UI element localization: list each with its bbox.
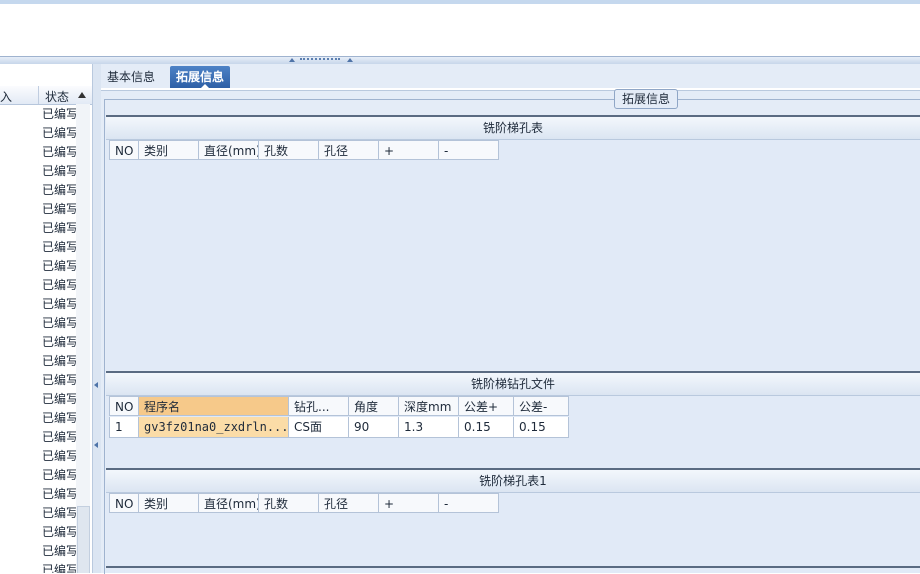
list-item[interactable]: 已编写 bbox=[42, 390, 80, 409]
tab-underline bbox=[101, 88, 920, 91]
list-item[interactable]: 已编写 bbox=[42, 314, 80, 333]
column-header-truncated[interactable]: 入 bbox=[0, 88, 12, 105]
column-header[interactable]: 直径(mm) bbox=[199, 493, 259, 513]
list-item[interactable]: 已编写 bbox=[42, 181, 80, 200]
section-title: 铣阶梯孔表 bbox=[106, 115, 920, 140]
section-step-hole-table: 铣阶梯孔表 NO 类别 直径(mm) 孔数 孔径 + - bbox=[106, 115, 920, 370]
tab-bar: 基本信息 拓展信息 bbox=[101, 64, 920, 89]
column-header[interactable]: 公差+ bbox=[459, 396, 514, 416]
table-cell-selected[interactable]: gv3fz01na0_zxdrln... bbox=[139, 417, 289, 438]
list-item[interactable]: 已编写 bbox=[42, 352, 80, 371]
list-item[interactable]: 已编写 bbox=[42, 257, 80, 276]
list-item[interactable]: 已编写 bbox=[42, 409, 80, 428]
vertical-scrollbar[interactable] bbox=[76, 104, 90, 573]
tab-basic-info[interactable]: 基本信息 bbox=[101, 66, 161, 88]
ribbon-area bbox=[0, 4, 920, 56]
list-item[interactable]: 已编写 bbox=[42, 447, 80, 466]
table-cell[interactable]: 0.15 bbox=[459, 417, 514, 438]
column-header[interactable]: 孔径 bbox=[319, 493, 379, 513]
column-header[interactable]: 角度 bbox=[349, 396, 399, 416]
list-item[interactable]: 已编写 bbox=[42, 466, 80, 485]
next-section-border bbox=[106, 566, 920, 568]
list-item[interactable]: 已编写 bbox=[42, 124, 80, 143]
column-header[interactable]: NO bbox=[109, 396, 139, 416]
list-item[interactable]: 已编写 bbox=[42, 333, 80, 352]
splitter-grip-icon[interactable] bbox=[300, 58, 340, 62]
list-item[interactable]: 已编写 bbox=[42, 561, 80, 573]
column-header[interactable]: + bbox=[379, 140, 439, 160]
column-header[interactable]: 类别 bbox=[139, 493, 199, 513]
list-item[interactable]: 已编写 bbox=[42, 238, 80, 257]
column-header[interactable]: 深度mm bbox=[399, 396, 459, 416]
collapse-up-icon[interactable] bbox=[347, 58, 353, 62]
list-item[interactable]: 已编写 bbox=[42, 542, 80, 561]
column-header[interactable]: - bbox=[439, 493, 499, 513]
column-header[interactable]: 孔数 bbox=[259, 140, 319, 160]
scrollbar-thumb[interactable] bbox=[77, 506, 90, 573]
sort-ascending-icon[interactable] bbox=[78, 92, 86, 98]
table-cell[interactable]: 1 bbox=[109, 417, 139, 438]
table-cell[interactable]: 1.3 bbox=[399, 417, 459, 438]
collapse-up-icon[interactable] bbox=[289, 58, 295, 62]
column-header[interactable]: + bbox=[379, 493, 439, 513]
column-header[interactable]: 孔径 bbox=[319, 140, 379, 160]
column-header[interactable]: 类别 bbox=[139, 140, 199, 160]
collapse-left-icon[interactable] bbox=[94, 442, 98, 448]
list-item[interactable]: 已编写 bbox=[42, 504, 80, 523]
list-item[interactable]: 已编写 bbox=[42, 485, 80, 504]
column-header[interactable]: 孔数 bbox=[259, 493, 319, 513]
list-item[interactable]: 已编写 bbox=[42, 143, 80, 162]
column-header[interactable]: 钻孔... bbox=[289, 396, 349, 416]
group-box-label: 拓展信息 bbox=[614, 89, 678, 109]
table-cell[interactable]: 90 bbox=[349, 417, 399, 438]
section-step-hole-table-1: 铣阶梯孔表1 NO 类别 直径(mm) 孔数 孔径 + - bbox=[106, 468, 920, 573]
table-cell[interactable]: 0.15 bbox=[514, 417, 569, 438]
list-item[interactable]: 已编写 bbox=[42, 371, 80, 390]
collapse-left-icon[interactable] bbox=[94, 382, 98, 388]
section-step-drill-files: 铣阶梯钻孔文件 NO 程序名 钻孔... 角度 深度mm 公差+ 公差- 1 g… bbox=[106, 371, 920, 468]
list-item[interactable]: 已编写 bbox=[42, 219, 80, 238]
list-item[interactable]: 已编写 bbox=[42, 295, 80, 314]
list-header: 入 状态 bbox=[0, 86, 92, 105]
column-header-status[interactable]: 状态 bbox=[45, 88, 69, 105]
column-header-selected[interactable]: 程序名 bbox=[139, 396, 289, 416]
left-list-panel: 入 状态 已编写 已编写 已编写 已编写 已编写 已编写 已编写 已编写 已编写 已编写 已编写 已编… bbox=[0, 64, 93, 573]
column-header[interactable]: NO bbox=[109, 140, 139, 160]
list-item[interactable]: 已编写 bbox=[42, 162, 80, 181]
list-item[interactable]: 已编写 bbox=[42, 200, 80, 219]
column-header[interactable]: NO bbox=[109, 493, 139, 513]
list-item[interactable]: 已编写 bbox=[42, 428, 80, 447]
column-header[interactable]: - bbox=[439, 140, 499, 160]
section-title: 铣阶梯孔表1 bbox=[106, 468, 920, 493]
list-item[interactable]: 已编写 bbox=[42, 105, 80, 124]
list-item[interactable]: 已编写 bbox=[42, 276, 80, 295]
list-item[interactable]: 已编写 bbox=[42, 523, 80, 542]
table-cell[interactable]: CS面 bbox=[289, 417, 349, 438]
column-header[interactable]: 公差- bbox=[514, 396, 569, 416]
column-header[interactable]: 直径(mm) bbox=[199, 140, 259, 160]
status-list: 已编写 已编写 已编写 已编写 已编写 已编写 已编写 已编写 已编写 已编写 已编写 已编写 已编写已… bbox=[42, 105, 80, 573]
section-title: 铣阶梯钻孔文件 bbox=[106, 371, 920, 396]
